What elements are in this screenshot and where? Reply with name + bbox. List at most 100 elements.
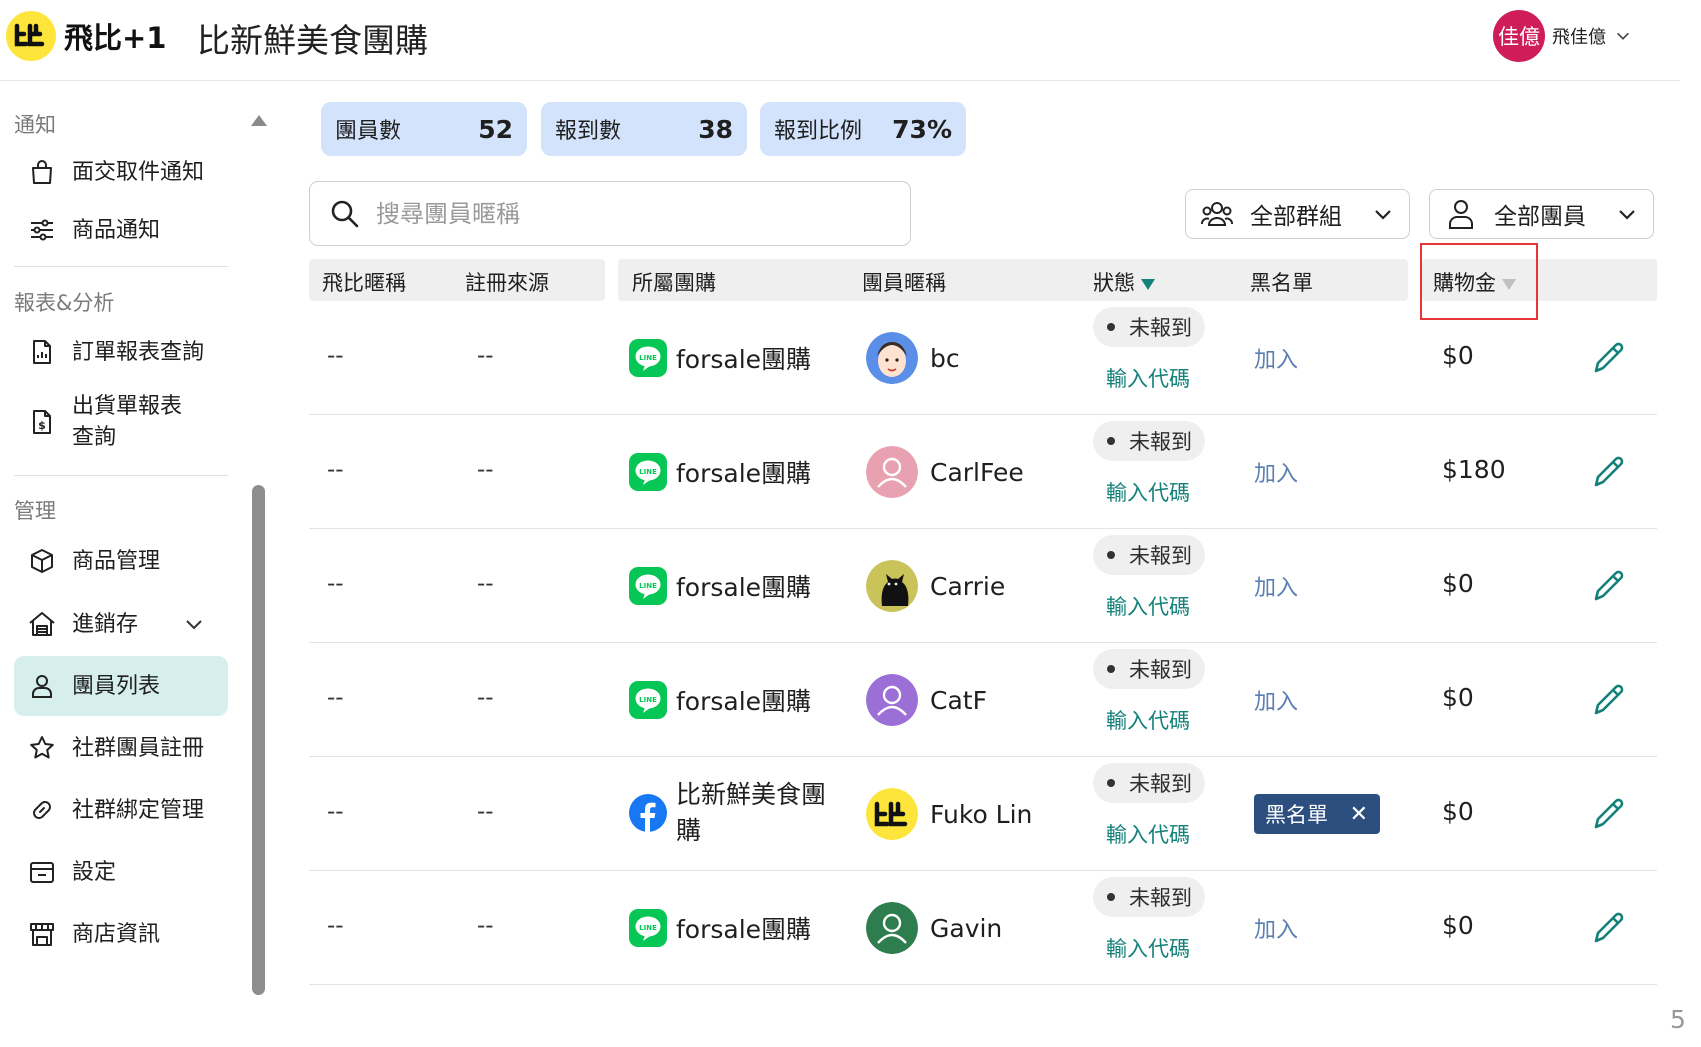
svg-text:LINE: LINE — [639, 354, 657, 362]
app-logo[interactable]: 飛比+1 — [6, 11, 166, 61]
user-name: 飛佳億 — [1552, 27, 1606, 48]
default-user-icon — [866, 674, 918, 726]
group-name: forsale團購 — [676, 687, 812, 716]
search-box[interactable] — [309, 181, 911, 246]
svg-text:LINE: LINE — [639, 696, 657, 704]
column-header-group: 所屬團購 — [632, 271, 716, 295]
chevron-down-icon — [1617, 32, 1629, 40]
member-name: bc — [930, 343, 960, 373]
blacklist-add-link[interactable]: 加入 — [1254, 912, 1298, 944]
table-row: -- -- LINE forsale團購 Gavin 未報到 輸入代碼 加入 $… — [309, 871, 1657, 985]
member-name: Gavin — [930, 913, 1003, 943]
feibi-nickname: -- — [327, 457, 344, 483]
group-filter-dropdown[interactable]: 全部群組 — [1185, 189, 1410, 239]
enter-code-link[interactable]: 輸入代碼 — [1106, 477, 1190, 507]
star-icon — [30, 736, 54, 759]
sidebar-item-product-notify[interactable]: 商品通知 — [14, 200, 228, 260]
sidebar-item-settings[interactable]: 設定 — [14, 842, 228, 902]
blacklist-add-link[interactable]: 加入 — [1254, 342, 1298, 374]
avatar — [866, 902, 918, 954]
sidebar-item-label: 社群綁定管理 — [72, 797, 205, 823]
credit-amount: $0 — [1442, 911, 1474, 940]
status-badge: 未報到 — [1093, 649, 1205, 689]
sidebar-item-label: 商品通知 — [72, 217, 161, 243]
status-badge: 未報到 — [1093, 763, 1205, 803]
status-text: 未報到 — [1129, 772, 1192, 796]
sidebar-item-order-report[interactable]: 訂單報表查詢 — [14, 322, 228, 382]
search-icon — [331, 200, 359, 227]
black-cat-icon — [866, 560, 918, 612]
pencil-icon[interactable] — [1588, 451, 1630, 493]
sidebar-item-shipping-report[interactable]: $ 出貨單報表查詢 — [14, 384, 228, 460]
avatar — [866, 332, 918, 384]
feibi-nickname: -- — [327, 913, 344, 939]
feibi-logo-icon — [866, 788, 918, 840]
pencil-icon[interactable] — [1588, 337, 1630, 379]
sliders-icon — [31, 219, 53, 241]
enter-code-link[interactable]: 輸入代碼 — [1106, 591, 1190, 621]
enter-code-link[interactable]: 輸入代碼 — [1106, 933, 1190, 963]
member-cell: CatF — [866, 674, 987, 726]
sidebar-item-store-info[interactable]: 商店資訊 — [14, 904, 228, 964]
blacklist-add-link[interactable]: 加入 — [1254, 684, 1298, 716]
blacklist-add-link[interactable]: 加入 — [1254, 570, 1298, 602]
user-menu[interactable]: 佳億 飛佳億 — [1493, 10, 1632, 62]
group-cell: LINE forsale團購 — [629, 909, 811, 947]
member-filter-dropdown[interactable]: 全部團員 — [1429, 189, 1654, 239]
logo-badge — [6, 11, 56, 61]
search-input[interactable] — [376, 199, 896, 228]
member-cell: Carrie — [866, 560, 1005, 612]
group-name: 比新鮮美食團購 — [676, 780, 827, 845]
users-group-icon — [1201, 202, 1233, 226]
box-icon — [31, 549, 53, 573]
blacklist-add-link[interactable]: 加入 — [1254, 456, 1298, 488]
member-filter-value: 全部團員 — [1494, 204, 1586, 230]
line-icon: LINE — [629, 453, 667, 491]
pencil-icon[interactable] — [1588, 793, 1630, 835]
member-cell: Fuko Lin — [866, 788, 1032, 840]
close-icon[interactable]: ✕ — [1350, 802, 1368, 827]
stat-checkin-count: 報到數 38 — [541, 102, 747, 156]
stat-value: 52 — [478, 114, 513, 144]
chevron-down-icon — [1375, 210, 1391, 220]
column-header-status[interactable]: 狀態 — [1093, 267, 1155, 297]
member-cell: bc — [866, 332, 960, 384]
pencil-icon[interactable] — [1588, 907, 1630, 949]
enter-code-link[interactable]: 輸入代碼 — [1106, 363, 1190, 393]
avatar — [866, 560, 918, 612]
avatar — [866, 446, 918, 498]
credit-amount: $0 — [1442, 683, 1474, 712]
chevron-down-icon — [186, 620, 202, 630]
register-source: -- — [477, 343, 494, 369]
line-icon: LINE — [629, 567, 667, 605]
status-text: 未報到 — [1129, 316, 1192, 340]
pencil-icon[interactable] — [1588, 565, 1630, 607]
facebook-icon — [629, 794, 667, 832]
enter-code-link[interactable]: 輸入代碼 — [1106, 819, 1190, 849]
sidebar-item-social-binding[interactable]: 社群綁定管理 — [14, 780, 228, 840]
user-icon — [1449, 200, 1473, 229]
feibi-nickname: -- — [327, 343, 344, 369]
scroll-up-arrow[interactable] — [251, 115, 267, 126]
group-cell: LINE forsale團購 — [629, 453, 811, 491]
sidebar-item-member-list[interactable]: 團員列表 — [14, 656, 228, 716]
pencil-icon[interactable] — [1588, 679, 1630, 721]
logo-mark-icon — [14, 23, 45, 47]
status-text: 未報到 — [1129, 886, 1192, 910]
enter-code-link[interactable]: 輸入代碼 — [1106, 705, 1190, 735]
group-name: forsale團購 — [676, 459, 812, 488]
sidebar-item-product-manage[interactable]: 商品管理 — [14, 531, 228, 591]
sidebar-item-label: 團員列表 — [72, 673, 161, 699]
feibi-nickname: -- — [327, 799, 344, 825]
sidebar-item-label: 訂單報表查詢 — [72, 339, 205, 365]
sidebar-item-inventory[interactable]: 進銷存 — [14, 594, 228, 654]
section-title-manage: 管理 — [14, 499, 56, 523]
feibi-nickname: -- — [327, 571, 344, 597]
svg-text:$: $ — [38, 419, 46, 432]
sidebar-scrollbar[interactable] — [252, 485, 265, 995]
inbox-settings-icon — [30, 862, 54, 883]
sidebar-item-pickup-notify[interactable]: 面交取件通知 — [14, 142, 228, 202]
blacklist-tag: 黑名單 ✕ — [1254, 794, 1380, 834]
sidebar-item-social-register[interactable]: 社群團員註冊 — [14, 718, 228, 778]
line-icon: LINE — [629, 909, 667, 947]
